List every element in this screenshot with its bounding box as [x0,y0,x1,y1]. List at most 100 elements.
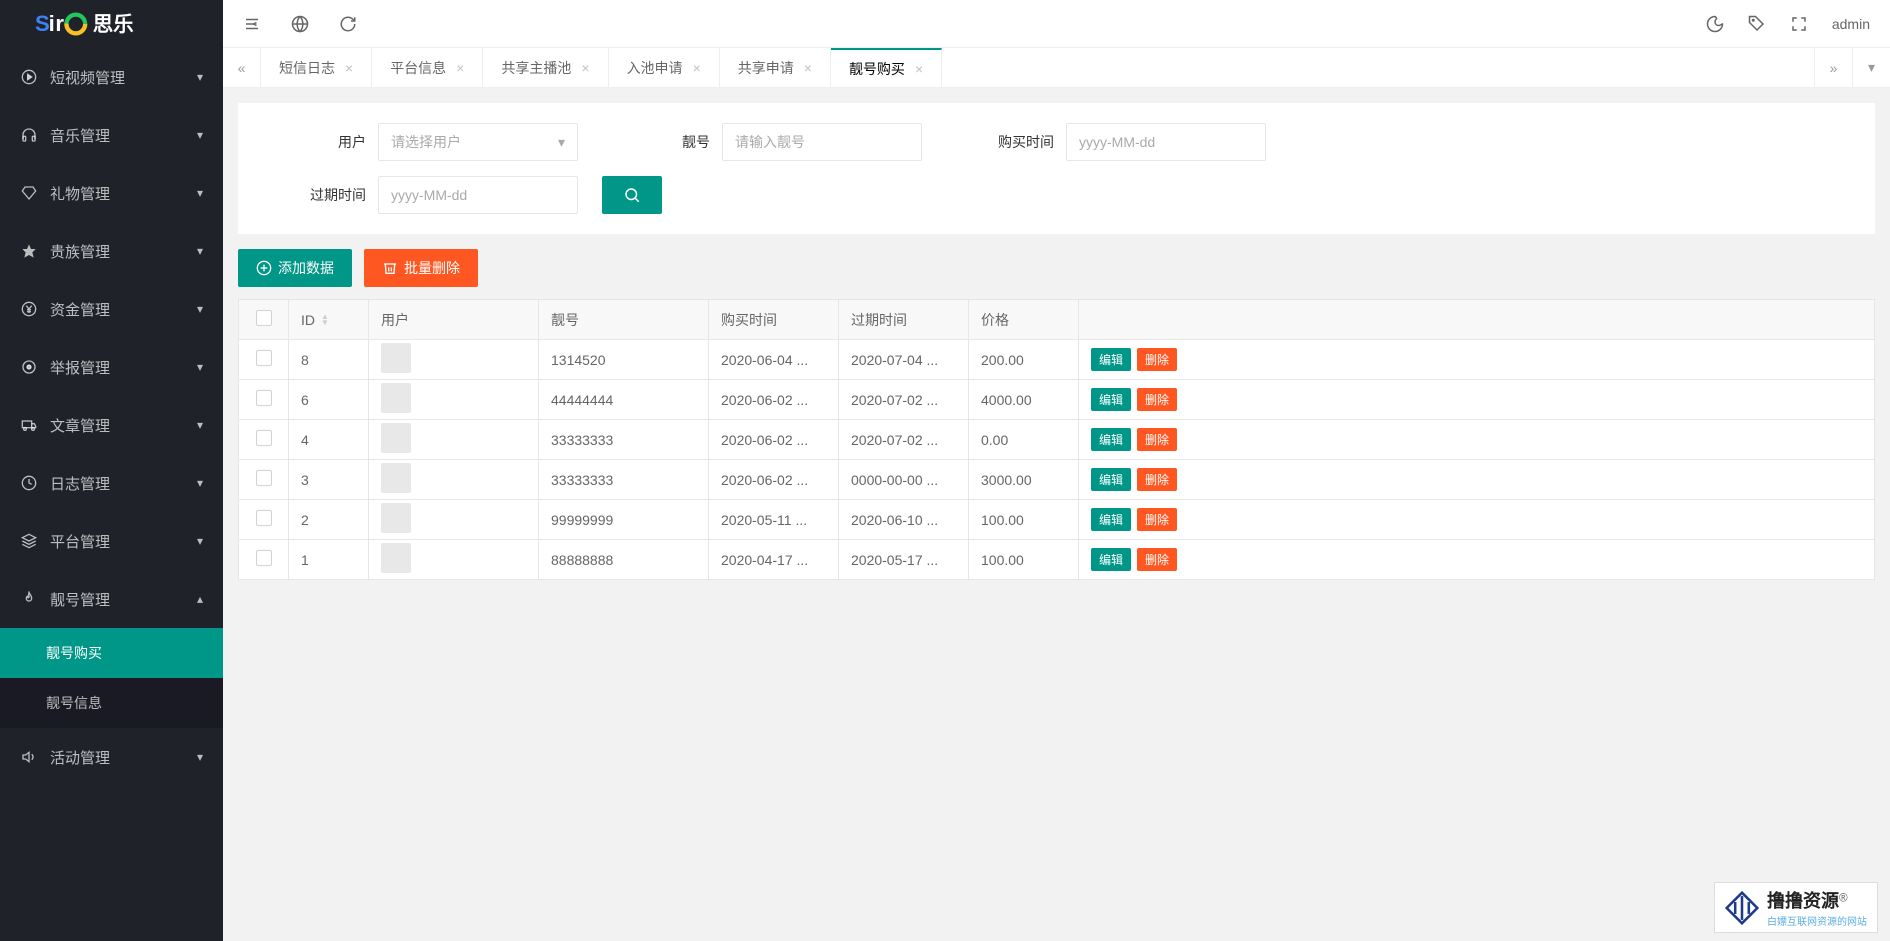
avatar [381,423,411,453]
cell-price: 4000.00 [969,380,1079,420]
cell-buytime: 2020-06-02 ... [709,420,839,460]
avatar [381,383,411,413]
filter-exptime-label: 过期时间 [258,185,378,205]
dot-icon [20,359,38,375]
clock-icon [20,475,38,491]
delete-button[interactable]: 删除 [1137,548,1177,571]
tab-4[interactable]: 共享申请× [720,48,831,87]
cell-price: 3000.00 [969,460,1079,500]
select-all-checkbox[interactable] [256,310,272,326]
edit-button[interactable]: 编辑 [1091,348,1131,371]
sidebar-item-label: 靓号管理 [50,589,197,610]
cell-buytime: 2020-06-04 ... [709,340,839,380]
watermark-logo-icon [1725,891,1759,925]
tab-0[interactable]: 短信日志 × [261,48,372,87]
cell-buytime: 2020-06-02 ... [709,380,839,420]
close-icon[interactable]: × [693,60,701,76]
tab-3[interactable]: 入池申请× [609,48,720,87]
refresh-icon[interactable] [339,15,357,33]
edit-button[interactable]: 编辑 [1091,548,1131,571]
row-checkbox[interactable] [256,470,272,486]
sidebar-item-6[interactable]: 文章管理▾ [0,396,223,454]
tab-2[interactable]: 共享主播池× [483,48,608,87]
th-id[interactable]: ID [301,312,315,328]
sidebar-item-label: 音乐管理 [50,125,197,146]
cell-buytime: 2020-05-11 ... [709,500,839,540]
sidebar-item-2[interactable]: 礼物管理▾ [0,164,223,222]
fullscreen-icon[interactable] [1790,15,1808,33]
close-icon[interactable]: × [345,60,353,76]
row-checkbox[interactable] [256,550,272,566]
delete-button[interactable]: 删除 [1137,348,1177,371]
table-row: 4333333332020-06-02 ...2020-07-02 ...0.0… [239,420,1875,460]
user-select[interactable]: 请选择用户 ▾ [378,123,578,161]
row-checkbox[interactable] [256,390,272,406]
add-button[interactable]: 添加数据 [238,249,352,287]
batch-delete-button[interactable]: 批量删除 [364,249,478,287]
row-checkbox[interactable] [256,510,272,526]
sidebar-menu: 短视频管理▾音乐管理▾礼物管理▾贵族管理▾资金管理▾举报管理▾文章管理▾日志管理… [0,48,223,941]
table-row: 3333333332020-06-02 ...0000-00-00 ...300… [239,460,1875,500]
edit-button[interactable]: 编辑 [1091,468,1131,491]
logo-text: 思乐 [93,13,134,36]
filter-user-label: 用户 [258,132,378,152]
tabs-menu-icon[interactable]: ▾ [1852,48,1890,87]
table-row: 813145202020-06-04 ...2020-07-04 ...200.… [239,340,1875,380]
delete-button[interactable]: 删除 [1137,428,1177,451]
cell-number: 33333333 [539,460,709,500]
layers-icon [20,533,38,549]
delete-button[interactable]: 删除 [1137,508,1177,531]
sidebar-item-7[interactable]: 日志管理▾ [0,454,223,512]
delete-button[interactable]: 删除 [1137,468,1177,491]
tabs-prev-icon[interactable]: « [223,48,261,87]
delete-button[interactable]: 删除 [1137,388,1177,411]
avatar [381,543,411,573]
sidebar-item-3[interactable]: 贵族管理▾ [0,222,223,280]
cell-price: 200.00 [969,340,1079,380]
edit-button[interactable]: 编辑 [1091,388,1131,411]
row-checkbox[interactable] [256,350,272,366]
sidebar-item-1[interactable]: 音乐管理▾ [0,106,223,164]
sidebar-subitem-9-1[interactable]: 靓号信息 [0,678,223,728]
close-icon[interactable]: × [804,60,812,76]
sidebar-item-8[interactable]: 平台管理▾ [0,512,223,570]
cell-id: 4 [289,420,369,460]
row-checkbox[interactable] [256,430,272,446]
edit-button[interactable]: 编辑 [1091,508,1131,531]
close-icon[interactable]: × [456,60,464,76]
truck-icon [20,417,38,433]
collapse-icon[interactable] [243,15,261,33]
tab-1[interactable]: 平台信息× [372,48,483,87]
sidebar-subitem-9-0[interactable]: 靓号购买 [0,628,223,678]
cell-exptime: 2020-07-04 ... [839,340,969,380]
user-name[interactable]: admin [1832,16,1870,32]
buytime-input[interactable] [1066,123,1266,161]
tab-5[interactable]: 靓号购买× [831,48,942,87]
th-number: 靓号 [539,300,709,340]
sidebar-item-4[interactable]: 资金管理▾ [0,280,223,338]
globe-icon[interactable] [291,15,309,33]
theme-icon[interactable] [1706,15,1724,33]
close-icon[interactable]: × [915,61,923,77]
trash-icon [382,260,398,276]
tab-label: 短信日志 [279,58,335,78]
close-icon[interactable]: × [581,60,589,76]
cell-user [369,420,539,460]
watermark: 撸撸资源® 白嫖互联网资源的网站 [1714,882,1878,933]
chevron-icon: ▾ [197,418,203,432]
tag-icon[interactable] [1748,15,1766,33]
sidebar-item-0[interactable]: 短视频管理▾ [0,48,223,106]
number-input[interactable] [722,123,922,161]
sort-icon[interactable]: ▲▼ [321,314,329,326]
search-button[interactable] [602,176,662,214]
sidebar-item-5[interactable]: 举报管理▾ [0,338,223,396]
sidebar-item-9[interactable]: 靓号管理▴ [0,570,223,628]
chevron-icon: ▾ [197,302,203,316]
exptime-input[interactable] [378,176,578,214]
sidebar-item-10[interactable]: 活动管理▾ [0,728,223,786]
cell-user [369,380,539,420]
cell-exptime: 2020-07-02 ... [839,420,969,460]
edit-button[interactable]: 编辑 [1091,428,1131,451]
tabs-next-icon[interactable]: » [1814,48,1852,87]
sidebar-item-label: 短视频管理 [50,67,197,88]
